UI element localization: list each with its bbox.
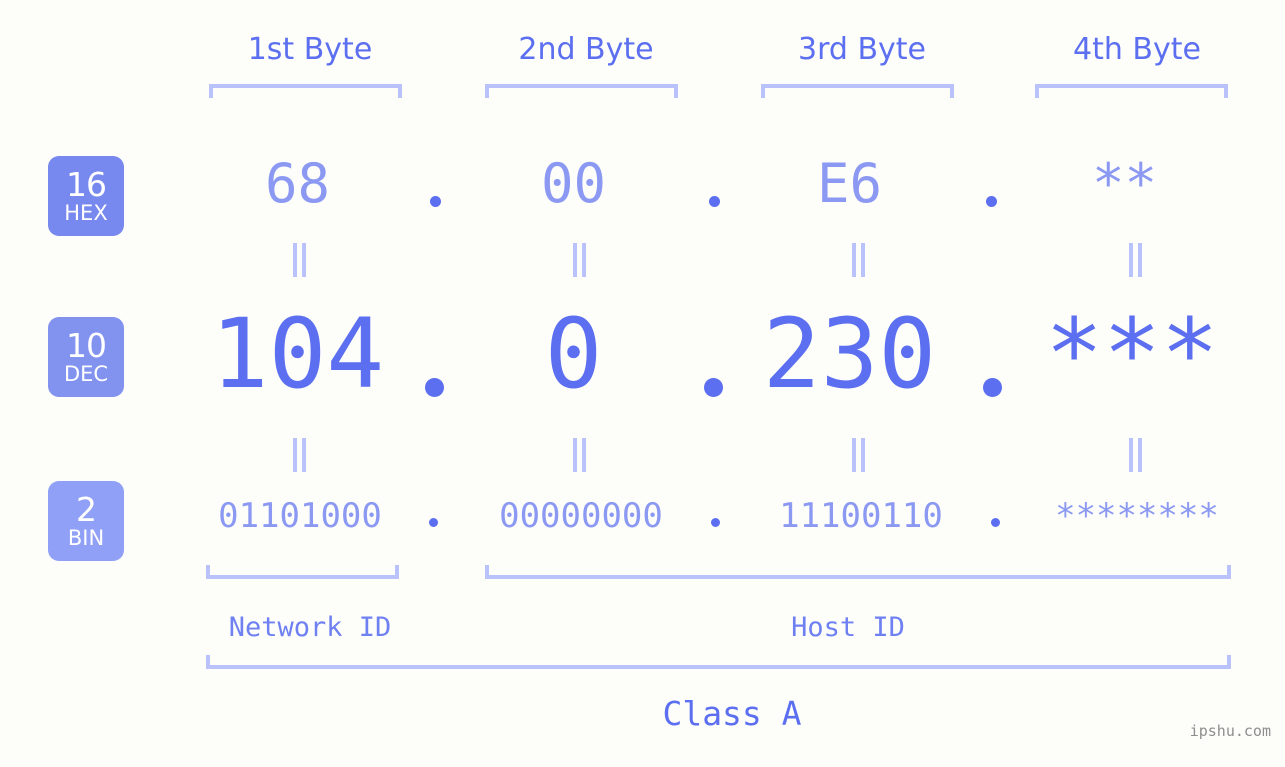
host-id-bracket <box>485 565 1231 579</box>
radix-badge-dec: 10 DEC <box>48 317 124 397</box>
host-id-label: Host ID <box>791 612 905 643</box>
equals-hex-dec-1 <box>292 243 308 277</box>
dec-byte-3-value: 230 <box>762 298 937 410</box>
radix-badge-bin-label: BIN <box>67 526 105 550</box>
bin-byte-3-value: 11100110 <box>779 496 943 536</box>
equals-dec-bin-2 <box>572 438 588 472</box>
radix-badge-bin: 2 BIN <box>48 481 124 561</box>
equals-hex-dec-4 <box>1128 243 1144 277</box>
class-bracket <box>206 655 1231 669</box>
radix-badge-hex: 16 HEX <box>48 156 124 236</box>
hex-separator-dot-3 <box>986 196 997 207</box>
radix-badge-bin-number: 2 <box>76 490 97 529</box>
byte-header-2: 2nd Byte <box>518 32 654 67</box>
ip-address-breakdown-diagram: 1st Byte 2nd Byte 3rd Byte 4th Byte 16 H… <box>0 0 1285 767</box>
dec-separator-dot-1 <box>425 378 444 397</box>
radix-badge-dec-label: DEC <box>63 362 109 386</box>
byte-header-4: 4th Byte <box>1073 32 1201 67</box>
hex-byte-4-value: ** <box>1091 152 1158 215</box>
byte-bracket-1 <box>209 84 402 98</box>
radix-badge-hex-number: 16 <box>66 165 107 204</box>
dec-separator-dot-3 <box>983 378 1002 397</box>
dec-byte-4-value: *** <box>1045 298 1219 410</box>
byte-bracket-3 <box>761 84 954 98</box>
dec-byte-2-value: 0 <box>544 298 603 410</box>
equals-dec-bin-3 <box>851 438 867 472</box>
radix-badge-dec-number: 10 <box>66 326 107 365</box>
hex-byte-1-value: 68 <box>264 152 331 215</box>
bin-separator-dot-2 <box>711 518 720 527</box>
hex-separator-dot-1 <box>430 196 441 207</box>
hex-separator-dot-2 <box>709 196 720 207</box>
equals-dec-bin-1 <box>292 438 308 472</box>
site-watermark: ipshu.com <box>1189 722 1271 740</box>
equals-hex-dec-3 <box>851 243 867 277</box>
byte-bracket-4 <box>1035 84 1228 98</box>
network-id-bracket <box>206 565 399 579</box>
dec-separator-dot-2 <box>704 378 723 397</box>
network-id-label: Network ID <box>228 612 392 643</box>
byte-bracket-2 <box>485 84 678 98</box>
equals-dec-bin-4 <box>1128 438 1144 472</box>
byte-header-1: 1st Byte <box>247 32 373 67</box>
bin-separator-dot-3 <box>991 518 1000 527</box>
radix-badge-hex-label: HEX <box>64 201 108 225</box>
class-label: Class A <box>662 694 802 733</box>
equals-hex-dec-2 <box>572 243 588 277</box>
byte-header-3: 3rd Byte <box>797 32 927 67</box>
hex-byte-3-value: E6 <box>816 152 883 215</box>
dec-byte-1-value: 104 <box>210 298 385 410</box>
bin-separator-dot-1 <box>429 518 438 527</box>
bin-byte-4-value: ******** <box>1055 496 1219 536</box>
hex-byte-2-value: 00 <box>540 152 607 215</box>
bin-byte-1-value: 01101000 <box>218 496 382 536</box>
bin-byte-2-value: 00000000 <box>499 496 663 536</box>
